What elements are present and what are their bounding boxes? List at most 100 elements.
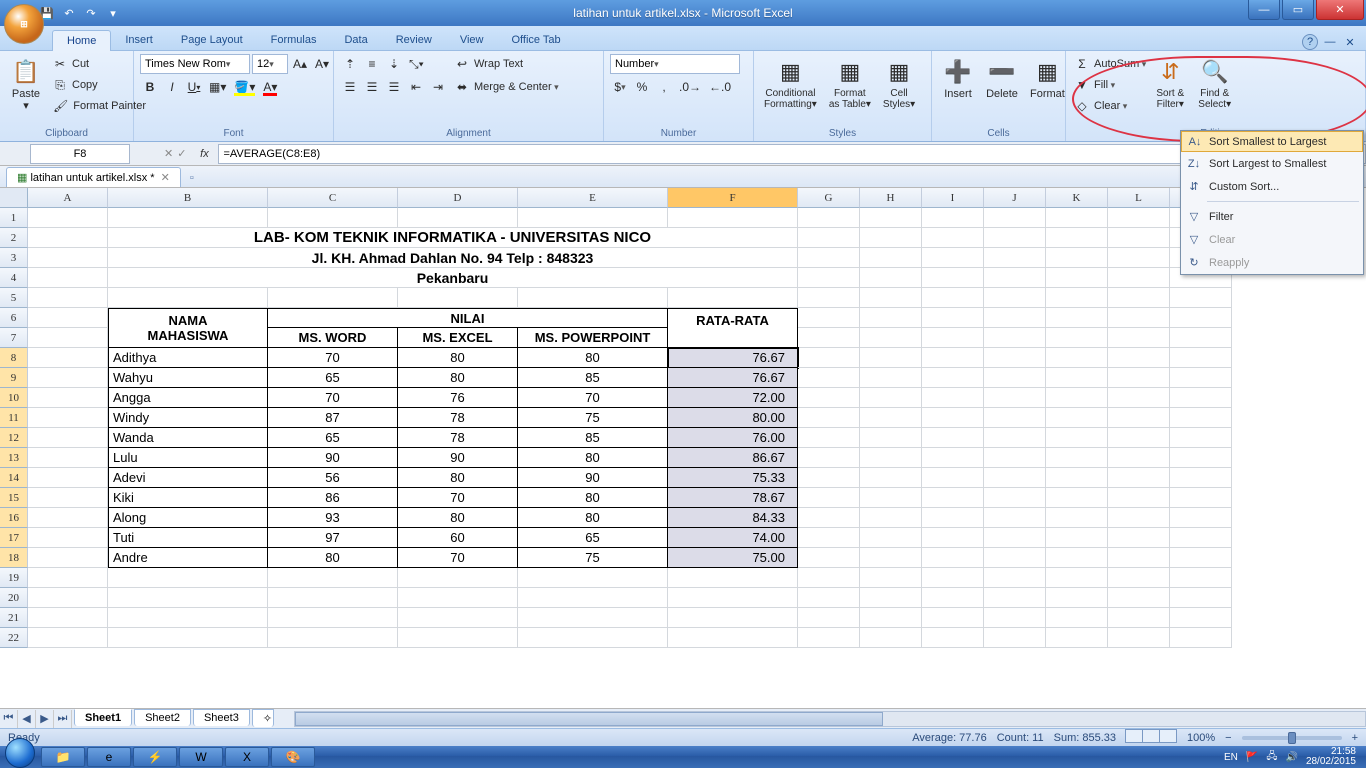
cell-K17[interactable]	[1046, 528, 1108, 548]
cell-E13[interactable]: 80	[518, 448, 668, 468]
cell-D14[interactable]: 80	[398, 468, 518, 488]
cut-icon[interactable]: ✂	[50, 54, 70, 74]
sheet-nav-last-icon[interactable]: ⏭	[54, 710, 72, 728]
row-header-13[interactable]: 13	[0, 448, 28, 468]
cell-C21[interactable]	[268, 608, 398, 628]
cell-F22[interactable]	[668, 628, 798, 648]
format-painter-icon[interactable]: 🖌	[50, 96, 71, 116]
cell-L19[interactable]	[1108, 568, 1170, 588]
cell-C1[interactable]	[268, 208, 398, 228]
cell-A4[interactable]	[28, 268, 108, 288]
cell-E9[interactable]: 85	[518, 368, 668, 388]
row-header-5[interactable]: 5	[0, 288, 28, 308]
cell-J15[interactable]	[984, 488, 1046, 508]
cell-L1[interactable]	[1108, 208, 1170, 228]
row-header-10[interactable]: 10	[0, 388, 28, 408]
cell-E17[interactable]: 65	[518, 528, 668, 548]
cell-K15[interactable]	[1046, 488, 1108, 508]
row-header-1[interactable]: 1	[0, 208, 28, 228]
cell-M16[interactable]	[1170, 508, 1232, 528]
number-format-select[interactable]: Number	[610, 54, 740, 74]
cell-F9[interactable]: 76.67	[668, 368, 798, 388]
cell-B1[interactable]	[108, 208, 268, 228]
row-header-8[interactable]: 8	[0, 348, 28, 368]
qat-undo-icon[interactable]: ↶	[60, 4, 78, 22]
cell-J13[interactable]	[984, 448, 1046, 468]
horizontal-scrollbar[interactable]	[294, 711, 1366, 727]
new-sheet-icon[interactable]: ✧	[252, 709, 274, 727]
cell-B8[interactable]: Adithya	[108, 348, 268, 368]
cell-J1[interactable]	[984, 208, 1046, 228]
taskbar-word-icon[interactable]: W	[179, 747, 223, 767]
cell-A22[interactable]	[28, 628, 108, 648]
cell-G10[interactable]	[798, 388, 860, 408]
cell-E11[interactable]: 75	[518, 408, 668, 428]
cell-K11[interactable]	[1046, 408, 1108, 428]
align-bottom-icon[interactable]: ⇣	[384, 54, 404, 74]
cell-E12[interactable]: 85	[518, 428, 668, 448]
align-top-icon[interactable]: ⇡	[340, 54, 360, 74]
copy-icon[interactable]: ⎘	[50, 75, 70, 95]
cell-K7[interactable]	[1046, 328, 1108, 348]
cell-C12[interactable]: 65	[268, 428, 398, 448]
orientation-icon[interactable]: ⤡▾	[406, 54, 427, 74]
cell-L21[interactable]	[1108, 608, 1170, 628]
cell-G6[interactable]	[798, 308, 860, 328]
underline-button[interactable]: U▾	[184, 77, 204, 97]
font-size-select[interactable]: 12	[252, 54, 288, 74]
cell-A19[interactable]	[28, 568, 108, 588]
menu-filter[interactable]: ▽Filter	[1181, 205, 1363, 228]
cell-D19[interactable]	[398, 568, 518, 588]
cell-D20[interactable]	[398, 588, 518, 608]
cell-A2[interactable]	[28, 228, 108, 248]
cell-G14[interactable]	[798, 468, 860, 488]
cell-B13[interactable]: Lulu	[108, 448, 268, 468]
ribbon-min-icon[interactable]: —	[1322, 34, 1338, 50]
format-button[interactable]: ▦Format	[1026, 54, 1069, 102]
currency-icon[interactable]: $	[610, 77, 630, 97]
cell-L11[interactable]	[1108, 408, 1170, 428]
cell-B5[interactable]	[108, 288, 268, 308]
align-right-icon[interactable]: ☰	[384, 77, 404, 97]
cell-B9[interactable]: Wahyu	[108, 368, 268, 388]
cell-M22[interactable]	[1170, 628, 1232, 648]
italic-button[interactable]: I	[162, 77, 182, 97]
grow-font-icon[interactable]: A▴	[290, 54, 310, 74]
cell-J10[interactable]	[984, 388, 1046, 408]
cell-I4[interactable]	[922, 268, 984, 288]
cell-C11[interactable]: 87	[268, 408, 398, 428]
cell-styles-button[interactable]: ▦CellStyles▾	[879, 54, 919, 112]
cell-G8[interactable]	[798, 348, 860, 368]
cell-F5[interactable]	[668, 288, 798, 308]
row-header-7[interactable]: 7	[0, 328, 28, 348]
cell-B4[interactable]: Pekanbaru	[108, 268, 798, 288]
cell-B7[interactable]: MAHASISWA	[108, 328, 268, 348]
cell-D16[interactable]: 80	[398, 508, 518, 528]
worksheet-grid[interactable]: ABCDEFGHIJKLM12LAB- KOM TEKNIK INFORMATI…	[0, 188, 1366, 728]
cell-B21[interactable]	[108, 608, 268, 628]
cell-K6[interactable]	[1046, 308, 1108, 328]
cell-I11[interactable]	[922, 408, 984, 428]
cut-button[interactable]: Cut	[72, 58, 89, 70]
cell-K2[interactable]	[1046, 228, 1108, 248]
cell-D8[interactable]: 80	[398, 348, 518, 368]
cell-K1[interactable]	[1046, 208, 1108, 228]
cell-J19[interactable]	[984, 568, 1046, 588]
close-button[interactable]: ✕	[1316, 0, 1364, 20]
tab-insert[interactable]: Insert	[111, 30, 167, 50]
cell-A13[interactable]	[28, 448, 108, 468]
cell-I20[interactable]	[922, 588, 984, 608]
cell-L20[interactable]	[1108, 588, 1170, 608]
cell-I8[interactable]	[922, 348, 984, 368]
cell-K8[interactable]	[1046, 348, 1108, 368]
cell-A3[interactable]	[28, 248, 108, 268]
cell-G3[interactable]	[798, 248, 860, 268]
cell-F10[interactable]: 72.00	[668, 388, 798, 408]
clear-icon[interactable]: ◇	[1072, 96, 1092, 116]
col-header-K[interactable]: K	[1046, 188, 1108, 208]
cell-G16[interactable]	[798, 508, 860, 528]
tray-volume-icon[interactable]: 🔊	[1285, 752, 1297, 763]
paste-button[interactable]: 📋 Paste▾	[6, 54, 46, 114]
cell-B10[interactable]: Angga	[108, 388, 268, 408]
taskbar-explorer-icon[interactable]: 📁	[41, 747, 85, 767]
